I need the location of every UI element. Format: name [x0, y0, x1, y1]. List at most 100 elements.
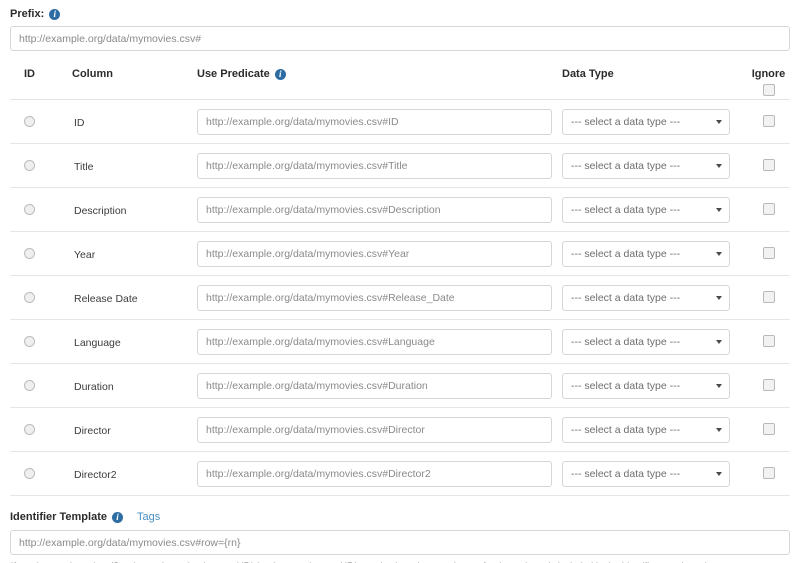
ignore-checkbox[interactable] [762, 423, 775, 436]
cell-predicate [197, 275, 562, 320]
id-radio[interactable] [24, 159, 35, 171]
predicate-input[interactable] [197, 196, 552, 223]
ignore-checkbox[interactable] [762, 335, 775, 348]
header-id-label: ID [24, 68, 35, 80]
identifier-template-label-row: Identifier Template Tags [10, 510, 790, 524]
data-type-select-label: --- select a data type --- [571, 379, 681, 392]
header-data-type-label: Data Type [562, 68, 614, 80]
info-icon[interactable] [49, 8, 61, 20]
info-icon[interactable] [274, 68, 286, 80]
id-radio[interactable] [24, 379, 35, 391]
data-type-select[interactable]: --- select a data type --- [562, 152, 730, 179]
data-type-select[interactable]: --- select a data type --- [562, 372, 730, 399]
header-column: Column [72, 67, 197, 100]
ignore-checkbox[interactable] [762, 247, 775, 260]
predicate-input[interactable] [197, 152, 552, 179]
cell-data-type: --- select a data type --- [562, 407, 747, 452]
cell-column: Year [72, 231, 197, 276]
cell-ignore [747, 143, 790, 188]
id-radio[interactable] [24, 203, 35, 215]
header-use-predicate-label: Use Predicate [197, 68, 270, 80]
prefix-label-row: Prefix: [10, 7, 790, 21]
id-radio[interactable] [24, 247, 35, 259]
header-column-label: Column [72, 68, 113, 80]
cell-data-type: --- select a data type --- [562, 143, 747, 188]
id-radio[interactable] [24, 467, 35, 479]
chevron-down-icon [716, 471, 722, 476]
ignore-all-checkbox[interactable] [762, 84, 775, 96]
data-type-select[interactable]: --- select a data type --- [562, 240, 730, 267]
id-radio[interactable] [24, 115, 35, 127]
cell-column: Language [72, 319, 197, 364]
table-header-row: ID Column Use Predicate Data Ty [10, 67, 790, 100]
column-name: Year [74, 248, 96, 261]
cell-predicate [197, 231, 562, 276]
cell-column: Description [72, 187, 197, 232]
cell-predicate [197, 407, 562, 452]
id-radio[interactable] [24, 291, 35, 303]
chevron-down-icon [716, 119, 722, 124]
data-type-select[interactable]: --- select a data type --- [562, 196, 730, 223]
chevron-down-icon [716, 207, 722, 212]
data-type-select[interactable]: --- select a data type --- [562, 460, 730, 487]
identifier-template-input[interactable] [10, 530, 790, 555]
identifier-template-label: Identifier Template [10, 511, 107, 523]
table-row: Release Date --- select a data type --- [10, 275, 790, 320]
cell-column: Release Date [72, 275, 197, 320]
chevron-down-icon [716, 251, 722, 256]
data-type-select-label: --- select a data type --- [571, 247, 681, 260]
predicate-input[interactable] [197, 372, 552, 399]
column-name: ID [74, 116, 85, 129]
ignore-checkbox[interactable] [762, 159, 775, 172]
column-name: Description [74, 204, 127, 217]
ignore-checkbox[interactable] [762, 291, 775, 304]
ignore-checkbox[interactable] [762, 379, 775, 392]
data-type-select-label: --- select a data type --- [571, 423, 681, 436]
data-type-select-label: --- select a data type --- [571, 203, 681, 216]
cell-ignore [747, 363, 790, 408]
prefix-input[interactable] [10, 26, 790, 51]
cell-ignore [747, 319, 790, 364]
predicate-input[interactable] [197, 284, 552, 311]
predicate-input[interactable] [197, 416, 552, 443]
cell-data-type: --- select a data type --- [562, 99, 747, 144]
predicate-input[interactable] [197, 240, 552, 267]
predicate-input[interactable] [197, 460, 552, 487]
data-type-select[interactable]: --- select a data type --- [562, 108, 730, 135]
table-row: ID --- select a data type --- [10, 99, 790, 144]
ignore-checkbox[interactable] [762, 467, 775, 480]
id-radio[interactable] [24, 423, 35, 435]
cell-ignore [747, 451, 790, 496]
cell-id [10, 231, 72, 276]
data-type-select[interactable]: --- select a data type --- [562, 416, 730, 443]
ignore-checkbox[interactable] [762, 203, 775, 216]
chevron-down-icon [716, 427, 722, 432]
cell-column: ID [72, 99, 197, 144]
column-mapping-table: ID Column Use Predicate Data Ty [10, 67, 790, 496]
info-icon[interactable] [111, 511, 123, 523]
tags-link[interactable]: Tags [137, 510, 160, 524]
cell-predicate [197, 99, 562, 144]
column-name: Language [74, 336, 121, 349]
data-type-select-label: --- select a data type --- [571, 467, 681, 480]
table-row: Duration --- select a data type --- [10, 363, 790, 408]
header-ignore: Ignore [747, 67, 790, 100]
table-header: ID Column Use Predicate Data Ty [10, 67, 790, 100]
predicate-input[interactable] [197, 328, 552, 355]
cell-id [10, 451, 72, 496]
data-type-select[interactable]: --- select a data type --- [562, 328, 730, 355]
cell-ignore [747, 407, 790, 452]
cell-data-type: --- select a data type --- [562, 187, 747, 232]
table-row: Year --- select a data type --- [10, 231, 790, 276]
cell-ignore [747, 275, 790, 320]
predicate-input[interactable] [197, 108, 552, 135]
cell-column: Director [72, 407, 197, 452]
cell-column: Duration [72, 363, 197, 408]
chevron-down-icon [716, 163, 722, 168]
ignore-checkbox[interactable] [762, 115, 775, 128]
cell-predicate [197, 143, 562, 188]
id-radio[interactable] [24, 335, 35, 347]
data-type-select[interactable]: --- select a data type --- [562, 284, 730, 311]
data-type-select-label: --- select a data type --- [571, 115, 681, 128]
cell-ignore [747, 99, 790, 144]
